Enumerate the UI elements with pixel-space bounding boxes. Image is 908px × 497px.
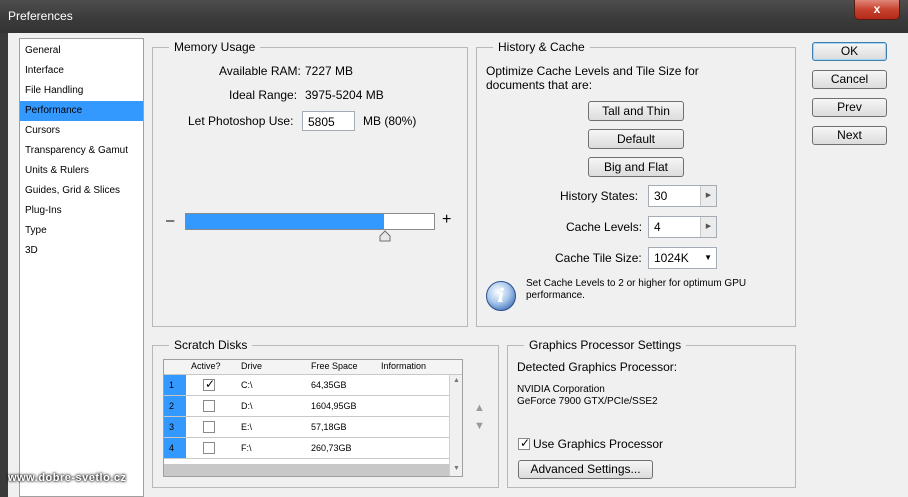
nav-item-performance[interactable]: Performance (20, 101, 143, 121)
dialog-body: General Interface File Handling Performance… (8, 33, 908, 497)
cancel-button[interactable]: Cancel (812, 70, 887, 89)
row-number: 4 (164, 438, 186, 458)
row-number: 2 (164, 396, 186, 416)
close-button[interactable]: x (854, 0, 900, 20)
use-gpu-label: Use Graphics Processor (533, 437, 664, 451)
disk-active-checkbox[interactable] (203, 442, 215, 454)
table-row[interactable]: 1 ✓ C:\ 64,35GB (164, 375, 449, 396)
nav-item-plug-ins[interactable]: Plug-Ins (20, 201, 143, 221)
gpu-model: GeForce 7900 GTX/PCIe/SSE2 (517, 396, 658, 407)
scroll-down-icon[interactable]: ▼ (453, 465, 460, 472)
decrease-memory-button[interactable]: – (166, 212, 174, 229)
memory-usage-title: Memory Usage (169, 40, 261, 54)
category-list: General Interface File Handling Performance… (19, 38, 144, 497)
available-ram-label: Available RAM: (219, 64, 301, 78)
row-number: 1 (164, 375, 186, 395)
default-cache-button[interactable]: Default (588, 129, 684, 149)
prev-button[interactable]: Prev (812, 98, 887, 117)
check-icon: ✓ (520, 436, 531, 450)
nav-item-type[interactable]: Type (20, 221, 143, 241)
nav-item-interface[interactable]: Interface (20, 61, 143, 81)
memory-slider[interactable] (185, 213, 435, 230)
ideal-range-value: 3975-5204 MB (305, 88, 384, 102)
cache-info-line1: Set Cache Levels to 2 or higher for opti… (526, 278, 747, 289)
cache-desc-line1: Optimize Cache Levels and Tile Size for (486, 64, 699, 78)
disk-active-checkbox[interactable]: ✓ (203, 377, 216, 391)
disk-drive: F:\ (241, 443, 252, 453)
table-header: Active? Drive Free Space Information (164, 360, 462, 375)
nav-item-general[interactable]: General (20, 41, 143, 61)
table-row[interactable]: 2 D:\ 1604,95GB (164, 396, 449, 417)
gpu-vendor: NVIDIA Corporation (517, 384, 605, 395)
disk-active-checkbox[interactable] (203, 421, 215, 433)
table-scrollbar[interactable]: ▲ ▼ (449, 375, 462, 476)
col-information: Information (381, 361, 427, 371)
photoshop-use-input[interactable]: 5805 (302, 111, 355, 131)
move-up-icon[interactable]: ▲ (474, 402, 485, 414)
history-states-label: History States: (560, 189, 639, 203)
disk-drive: D:\ (241, 401, 253, 411)
nav-item-cursors[interactable]: Cursors (20, 121, 143, 141)
available-ram-value: 7227 MB (305, 64, 354, 78)
cache-levels-value: 4 (654, 220, 661, 234)
gpu-title: Graphics Processor Settings (524, 338, 687, 352)
disk-free-space: 1604,95GB (311, 401, 357, 411)
table-row[interactable]: 3 E:\ 57,18GB (164, 417, 449, 438)
disk-free-space: 260,73GB (311, 443, 352, 453)
next-button[interactable]: Next (812, 126, 887, 145)
memory-slider-fill (186, 214, 385, 229)
disk-active-checkbox[interactable] (203, 400, 215, 412)
advanced-settings-button[interactable]: Advanced Settings... (518, 460, 653, 479)
window-frame (0, 33, 8, 497)
disk-drive: C:\ (241, 380, 253, 390)
detected-gpu-label: Detected Graphics Processor: (517, 360, 678, 374)
scratch-disks-table: Active? Drive Free Space Information 1 ✓ C… (163, 359, 463, 477)
nav-item-units-rulers[interactable]: Units & Rulers (20, 161, 143, 181)
history-states-arrow-icon[interactable]: ▶ (700, 186, 716, 206)
scroll-up-icon[interactable]: ▲ (453, 377, 460, 384)
ok-button[interactable]: OK (812, 42, 887, 61)
history-cache-title: History & Cache (493, 40, 590, 54)
history-states-value: 30 (654, 189, 668, 203)
table-footer (164, 464, 462, 476)
cache-tile-size-label: Cache Tile Size: (555, 251, 642, 265)
increase-memory-button[interactable]: + (442, 211, 451, 229)
disk-free-space: 57,18GB (311, 422, 347, 432)
nav-item-3d[interactable]: 3D (20, 241, 143, 261)
disk-free-space: 64,35GB (311, 380, 347, 390)
title-bar: Preferences x (0, 0, 908, 33)
chevron-down-icon: ▼ (704, 253, 712, 262)
scratch-disks-title: Scratch Disks (169, 338, 253, 352)
cache-tile-size-select[interactable]: 1024K ▼ (648, 247, 717, 269)
cache-tile-size-value: 1024K (654, 251, 689, 265)
cache-levels-arrow-icon[interactable]: ▶ (700, 217, 716, 237)
table-row[interactable]: 4 F:\ 260,73GB (164, 438, 449, 459)
disk-drive: E:\ (241, 422, 253, 432)
nav-item-transparency-gamut[interactable]: Transparency & Gamut (20, 141, 143, 161)
tall-and-thin-button[interactable]: Tall and Thin (588, 101, 684, 121)
history-states-input[interactable]: 30 ▶ (648, 185, 717, 207)
photoshop-use-label: Let Photoshop Use: (188, 114, 294, 128)
memory-slider-thumb[interactable] (379, 230, 391, 243)
watermark: www.dobre-svetlo.cz (8, 472, 127, 484)
move-down-icon[interactable]: ▼ (474, 420, 485, 432)
use-gpu-checkbox[interactable]: ✓ (518, 436, 531, 450)
col-free-space: Free Space (311, 361, 358, 371)
close-icon: x (873, 2, 881, 16)
cache-levels-label: Cache Levels: (566, 220, 643, 234)
check-icon: ✓ (205, 377, 216, 391)
nav-item-guides-grid-slices[interactable]: Guides, Grid & Slices (20, 181, 143, 201)
info-icon: i (486, 281, 516, 311)
nav-item-file-handling[interactable]: File Handling (20, 81, 143, 101)
row-number: 3 (164, 417, 186, 437)
ideal-range-label: Ideal Range: (229, 88, 298, 102)
photoshop-use-unit: MB (80%) (363, 114, 417, 128)
window-title: Preferences (8, 9, 73, 23)
cache-levels-input[interactable]: 4 ▶ (648, 216, 717, 238)
col-active: Active? (191, 361, 221, 371)
cache-info-line2: performance. (526, 290, 585, 301)
big-and-flat-button[interactable]: Big and Flat (588, 157, 684, 177)
cache-desc-line2: documents that are: (486, 78, 593, 92)
col-drive: Drive (241, 361, 263, 371)
